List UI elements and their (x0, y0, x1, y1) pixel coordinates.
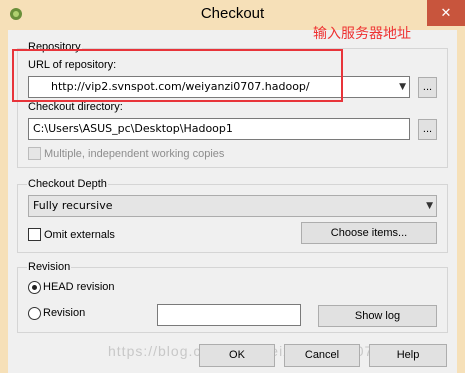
window-title: Checkout (200, 5, 265, 22)
close-button[interactable]: ✕ (427, 0, 465, 26)
browse-dir-button[interactable]: ... (418, 119, 437, 140)
browse-url-button[interactable]: ... (418, 77, 437, 98)
revision-label: Revision (43, 307, 86, 319)
window-frame-left (0, 30, 8, 373)
choose-items-button[interactable]: Choose items... (301, 222, 437, 244)
checkout-depth-label: Checkout Depth (27, 178, 108, 190)
window-frame-right (457, 30, 465, 373)
annotation-highlight-box (12, 49, 343, 102)
checkout-dir-field[interactable]: C:\Users\ASUS_pc\Desktop\Hadoop1 (28, 118, 410, 140)
cancel-button[interactable]: Cancel (284, 344, 360, 367)
multiple-copies-checkbox[interactable] (28, 147, 41, 160)
head-revision-radio[interactable] (28, 281, 41, 294)
head-revision-label: HEAD revision (43, 281, 115, 293)
depth-dropdown[interactable]: Fully recursive ▼ (28, 195, 437, 217)
checkout-dir-label: Checkout directory: (28, 101, 123, 113)
radio-selected-dot (32, 285, 37, 290)
chevron-down-icon[interactable]: ▼ (399, 77, 406, 97)
show-log-button[interactable]: Show log (318, 305, 437, 327)
revision-group-label: Revision (27, 261, 72, 273)
depth-selected: Fully recursive (33, 199, 113, 212)
revision-radio[interactable] (28, 307, 41, 320)
omit-externals-label: Omit externals (44, 229, 115, 241)
annotation-text: 输入服务器地址 (313, 26, 411, 42)
help-button[interactable]: Help (369, 344, 447, 367)
ok-button[interactable]: OK (199, 344, 275, 367)
chevron-down-icon[interactable]: ▼ (426, 196, 433, 216)
multiple-copies-label: Multiple, independent working copies (44, 148, 225, 160)
omit-externals-checkbox[interactable] (28, 228, 41, 241)
revision-input[interactable] (157, 304, 301, 326)
